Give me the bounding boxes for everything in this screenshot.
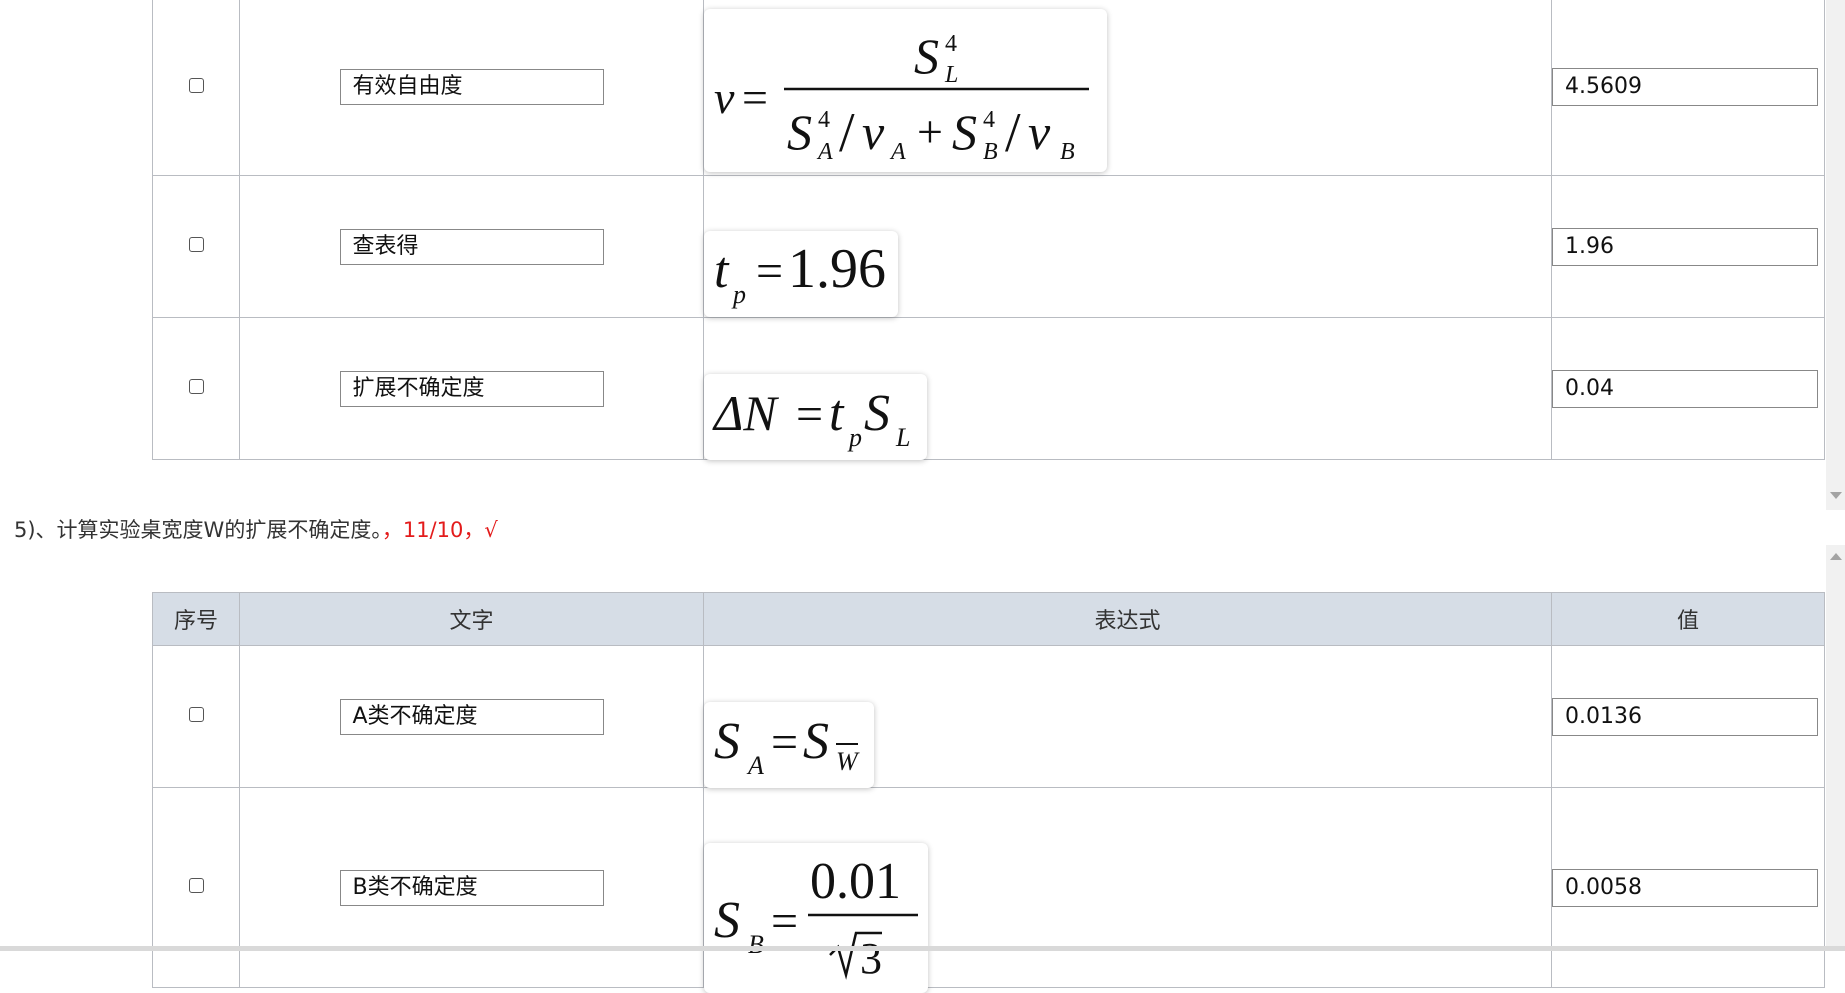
svg-text:S: S — [914, 28, 939, 84]
expression-cell: ΔN = t p S L — [703, 317, 1552, 460]
svg-text:L: L — [944, 62, 958, 88]
row-checkbox[interactable] — [188, 379, 204, 394]
value-field[interactable]: 0.0058 — [1552, 868, 1818, 907]
svg-text:W: W — [836, 747, 860, 776]
table-row: A类不确定度 S A = S W 0.0136 — [152, 645, 1825, 788]
expression-cell: S B = 0.01 3 — [703, 787, 1552, 993]
row-checkbox[interactable] — [188, 707, 204, 722]
scroll-down-arrow-icon[interactable] — [1830, 492, 1842, 499]
expression-cell: t p = 1.96 — [703, 175, 1552, 318]
svg-text:4: 4 — [945, 31, 957, 57]
svg-text:S: S — [787, 104, 812, 160]
text-field[interactable]: A类不确定度 — [339, 698, 604, 735]
svg-text:+: + — [917, 106, 943, 157]
expression-cell: v = S 4 L S 4 A / v A + S 4 B / v B — [703, 0, 1552, 176]
svg-text:B: B — [748, 930, 764, 959]
expression-cell: S A = S W — [703, 645, 1552, 788]
svg-text:p: p — [847, 423, 862, 452]
svg-text:L: L — [895, 423, 910, 452]
svg-text:=: = — [771, 716, 798, 769]
table-row: 查表得 t p = 1.96 1.96 — [152, 175, 1825, 318]
value-field[interactable]: 0.0136 — [1552, 697, 1818, 736]
value-field[interactable]: 0.04 — [1552, 369, 1818, 408]
svg-text:A: A — [816, 139, 833, 165]
svg-text:4: 4 — [818, 107, 830, 133]
table-row: B类不确定度 S B = 0.01 3 0.0058 — [152, 787, 1825, 993]
header-index: 序号 — [152, 592, 240, 646]
svg-text:p: p — [731, 280, 746, 309]
svg-text:S: S — [952, 104, 977, 160]
formula-tp[interactable]: t p = 1.96 — [704, 231, 898, 317]
svg-text:S: S — [714, 713, 740, 770]
svg-text:B: B — [1060, 139, 1075, 165]
text-field[interactable]: 查表得 — [339, 228, 604, 265]
header-value: 值 — [1551, 592, 1825, 646]
svg-text:=: = — [771, 895, 798, 948]
score-text: ，11/10，√ — [381, 518, 498, 542]
formula-effective-dof[interactable]: v = S 4 L S 4 A / v A + S 4 B / v B — [704, 9, 1107, 172]
svg-text:v: v — [1028, 104, 1051, 160]
scrollbar-upper[interactable] — [1826, 0, 1845, 510]
uncertainty-table-1: 有效自由度 v = S 4 L S 4 A / v A + S 4 B / v … — [152, 0, 1825, 460]
row-checkbox[interactable] — [188, 77, 204, 93]
table-header-row: 序号 文字 表达式 值 — [152, 592, 1825, 646]
formula-expanded-uncertainty[interactable]: ΔN = t p S L — [704, 374, 927, 460]
formula-type-b[interactable]: S B = 0.01 3 — [704, 843, 928, 993]
svg-text:A: A — [746, 751, 764, 780]
row-checkbox[interactable] — [188, 237, 204, 252]
header-expression: 表达式 — [703, 592, 1552, 646]
svg-text:t: t — [714, 242, 730, 299]
question-text: 5)、计算实验桌宽度W的扩展不确定度。 — [14, 518, 382, 542]
header-text: 文字 — [239, 592, 704, 646]
svg-text:0.01: 0.01 — [810, 853, 901, 910]
svg-text:v: v — [862, 104, 885, 160]
text-field[interactable]: 扩展不确定度 — [339, 370, 604, 407]
svg-text:=: = — [796, 388, 823, 441]
svg-text:/: / — [1005, 102, 1021, 164]
svg-text:3: 3 — [860, 934, 882, 983]
formula-type-a[interactable]: S A = S W — [704, 702, 874, 788]
row-checkbox[interactable] — [188, 878, 204, 893]
svg-text:S: S — [864, 385, 890, 442]
value-field[interactable]: 4.5609 — [1552, 68, 1818, 106]
table-row: 扩展不确定度 ΔN = t p S L 0.04 — [152, 317, 1825, 460]
table-row: 有效自由度 v = S 4 L S 4 A / v A + S 4 B / v … — [152, 0, 1825, 176]
svg-text:/: / — [839, 102, 855, 164]
svg-text:t: t — [829, 385, 845, 442]
scrollbar-lower[interactable] — [1826, 545, 1845, 951]
svg-text:S: S — [714, 892, 740, 949]
scroll-up-arrow-icon[interactable] — [1830, 553, 1842, 560]
uncertainty-table-2: 序号 文字 表达式 值 A类不确定度 S A = S W 0.0136 B类不确… — [152, 592, 1825, 993]
svg-text:4: 4 — [983, 107, 995, 133]
svg-text:1.96: 1.96 — [788, 238, 886, 300]
text-field[interactable]: 有效自由度 — [339, 69, 604, 105]
text-field[interactable]: B类不确定度 — [339, 869, 604, 906]
svg-text:A: A — [889, 139, 906, 165]
value-field[interactable]: 1.96 — [1552, 227, 1818, 266]
horizontal-scrollbar[interactable] — [0, 946, 1845, 951]
svg-text:=: = — [756, 245, 783, 298]
svg-text:B: B — [983, 139, 998, 165]
svg-text:S: S — [803, 713, 829, 770]
svg-text:ΔN: ΔN — [712, 385, 779, 441]
svg-text:v: v — [714, 72, 735, 123]
svg-text:=: = — [742, 72, 768, 123]
question-5-title: 5)、计算实验桌宽度W的扩展不确定度。，11/10，√ — [14, 514, 498, 544]
